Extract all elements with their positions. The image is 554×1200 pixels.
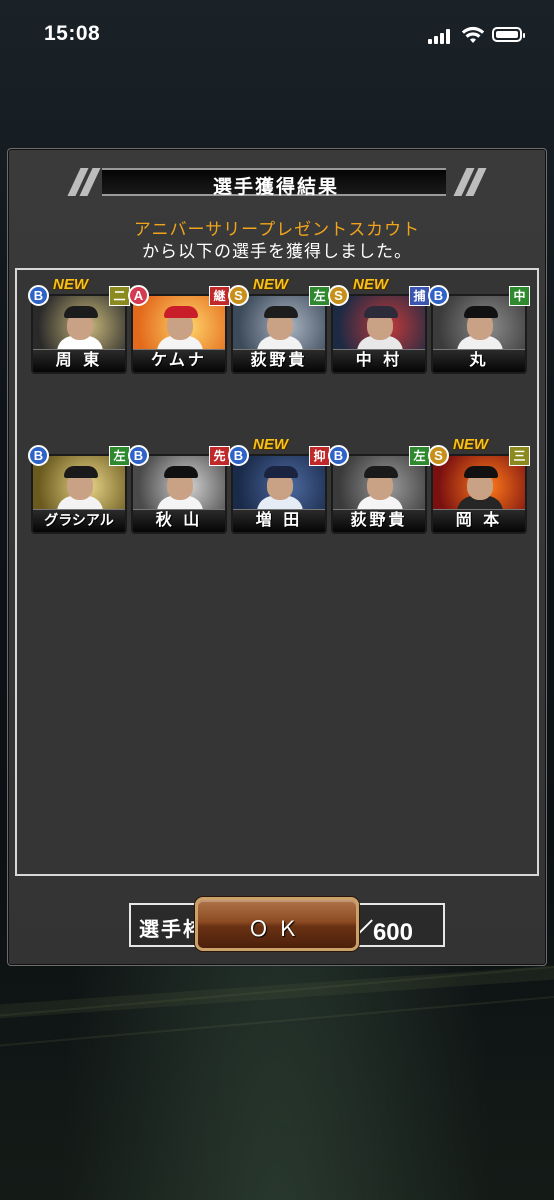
player-card[interactable]: ケムナ A 継 xyxy=(128,284,230,376)
player-name: 荻野貴 xyxy=(250,350,308,369)
player-name: グラシアル xyxy=(44,513,114,529)
player-name: ケムナ xyxy=(151,350,207,369)
new-badge: NEW xyxy=(353,276,388,293)
player-portrait: 岡 本 xyxy=(431,454,527,534)
player-card[interactable]: 丸 B 中 xyxy=(428,284,530,376)
player-portrait: ケムナ xyxy=(131,294,227,374)
rank-badge: B xyxy=(28,285,49,306)
player-name: 周 東 xyxy=(55,350,103,369)
player-portrait: 増 田 xyxy=(231,454,327,534)
player-name: 増 田 xyxy=(255,510,303,529)
dialog-title-bar: 選手獲得結果 xyxy=(67,164,487,200)
player-portrait: 荻野貴 xyxy=(331,454,427,534)
player-card[interactable]: 周 東 B 二 NEW xyxy=(28,276,130,376)
player-name: 秋 山 xyxy=(155,510,203,529)
result-message: から以下の選手を獲得しました。 xyxy=(142,242,412,262)
position-badge: 左 xyxy=(409,446,430,466)
new-badge: NEW xyxy=(53,276,88,293)
player-name: 中 村 xyxy=(355,350,403,369)
player-portrait: 丸 xyxy=(431,294,527,374)
player-portrait: グラシアル xyxy=(31,454,127,534)
new-badge: NEW xyxy=(253,436,288,453)
cellular-signal-icon xyxy=(428,28,454,44)
new-badge: NEW xyxy=(253,276,288,293)
status-time: 15:08 xyxy=(44,22,101,45)
rank-badge: B xyxy=(128,445,149,466)
player-portrait: 荻野貴 xyxy=(231,294,327,374)
rank-badge: S xyxy=(228,285,249,306)
status-bar: 15:08 xyxy=(0,0,554,70)
player-card[interactable]: グラシアル B 左 xyxy=(28,444,130,536)
player-portrait: 周 東 xyxy=(31,294,127,374)
ok-button[interactable]: ＯＫ xyxy=(195,897,359,951)
rank-badge: B xyxy=(328,445,349,466)
stadium-stripe xyxy=(0,965,554,1019)
player-name: 岡 本 xyxy=(455,510,503,529)
wifi-icon xyxy=(461,26,485,43)
position-badge: 継 xyxy=(209,286,230,306)
rank-badge: B xyxy=(28,445,49,466)
ok-label: ＯＫ xyxy=(248,917,306,941)
rank-badge: A xyxy=(128,285,149,306)
rank-badge: B xyxy=(428,285,449,306)
player-card[interactable]: 秋 山 B 先 xyxy=(128,444,230,536)
rank-badge: S xyxy=(428,445,449,466)
player-card[interactable]: 荻野貴 S 左 NEW xyxy=(228,276,330,376)
position-badge: 抑 xyxy=(309,446,330,466)
position-badge: 中 xyxy=(509,286,530,306)
position-badge: 二 xyxy=(109,286,130,306)
new-badge: NEW xyxy=(453,436,488,453)
player-portrait: 秋 山 xyxy=(131,454,227,534)
position-badge: 左 xyxy=(309,286,330,306)
acquisition-result-dialog: 選手獲得結果 アニバーサリープレゼントスカウト から以下の選手を獲得しました。 … xyxy=(7,148,547,966)
dialog-title: 選手獲得結果 xyxy=(212,176,339,198)
rank-badge: S xyxy=(328,285,349,306)
rank-badge: B xyxy=(228,445,249,466)
position-badge: 左 xyxy=(109,446,130,466)
position-badge: 先 xyxy=(209,446,230,466)
player-card[interactable]: 増 田 B 抑 NEW xyxy=(228,436,330,536)
player-card[interactable]: 荻野貴 B 左 xyxy=(328,444,430,536)
player-name: 荻野貴 xyxy=(350,510,408,529)
player-card[interactable]: 岡 本 S 三 NEW xyxy=(428,436,530,536)
position-badge: 捕 xyxy=(409,286,430,306)
player-portrait: 中 村 xyxy=(331,294,427,374)
player-list-panel: 周 東 B 二 NEW ケムナ A 継荻野貴 S 左 NEW 中 村 S 捕 NEW 丸 B 中グラシアル B 左秋… xyxy=(15,268,539,947)
player-name: 丸 xyxy=(469,350,489,369)
position-badge: 三 xyxy=(509,446,530,466)
player-card[interactable]: 中 村 S 捕 NEW xyxy=(328,276,430,376)
battery-icon xyxy=(492,27,525,42)
